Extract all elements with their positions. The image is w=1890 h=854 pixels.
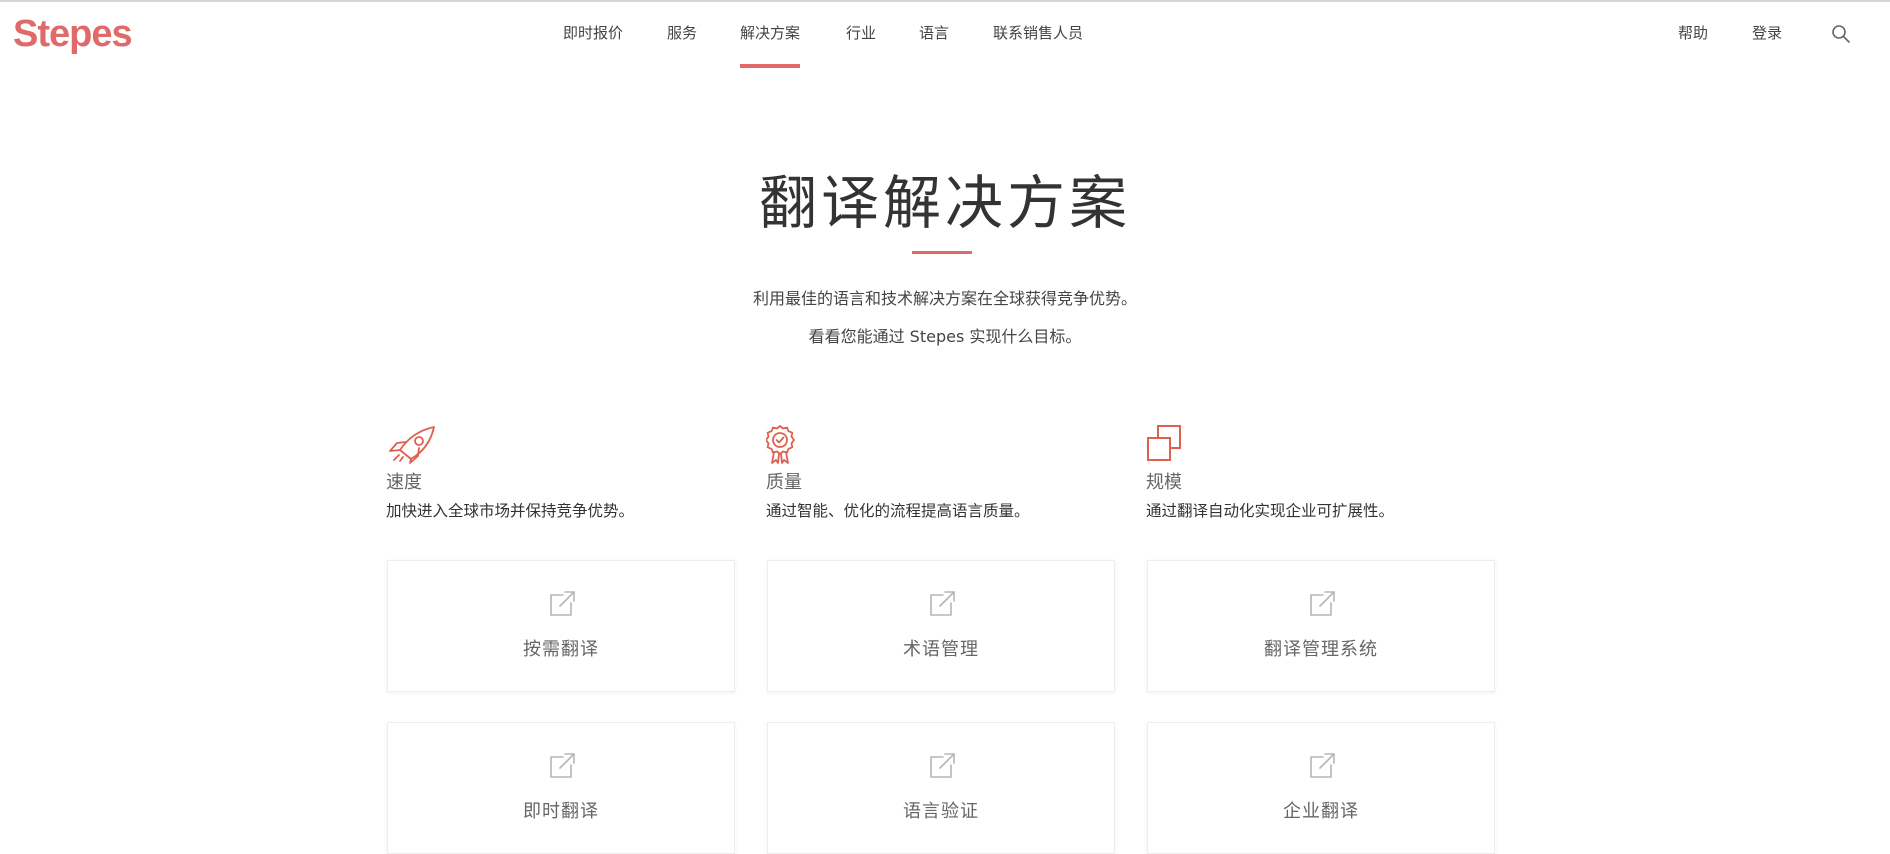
main-nav: 即时报价 服务 解决方案 行业 语言 联系销售人员 帮助 登录: [0, 2, 1890, 68]
card-translation-management-system[interactable]: 翻译管理系统: [1147, 560, 1495, 692]
nav-instant-quote[interactable]: 即时报价: [563, 22, 623, 68]
feature-desc: 加快进入全球市场并保持竞争优势。: [386, 502, 635, 520]
feature-title: 规模: [1146, 472, 1182, 493]
nav-contact-sales[interactable]: 联系销售人员: [993, 22, 1083, 68]
feature-title: 质量: [766, 472, 802, 493]
feature-quality: 质量 通过智能、优化的流程提高语言质量。: [766, 424, 1126, 522]
award-icon: [766, 425, 795, 464]
card-label: 语言验证: [903, 801, 979, 822]
hero-subtitle-1: 利用最佳的语言和技术解决方案在全球获得竞争优势。: [752, 289, 1137, 308]
external-link-icon: [1310, 753, 1335, 778]
external-link-icon: [1310, 591, 1335, 616]
card-language-validation[interactable]: 语言验证: [767, 722, 1115, 854]
search-icon[interactable]: [1831, 24, 1851, 44]
nav-industries[interactable]: 行业: [846, 22, 876, 68]
card-on-demand-translation[interactable]: 按需翻译: [387, 560, 735, 692]
feature-title: 速度: [386, 472, 422, 493]
rocket-icon: [389, 426, 435, 464]
nav-services[interactable]: 服务: [667, 22, 697, 68]
card-label: 即时翻译: [523, 801, 599, 822]
card-label: 术语管理: [903, 639, 979, 660]
card-label: 企业翻译: [1283, 801, 1359, 822]
nav-login[interactable]: 登录: [1752, 22, 1782, 68]
card-label: 按需翻译: [523, 639, 599, 660]
nav-solutions[interactable]: 解决方案: [740, 22, 801, 68]
page-title: 翻译解决方案: [758, 169, 1131, 237]
site-header: Stepes 即时报价 服务 解决方案 行业 语言 联系销售人员 帮助 登录: [0, 2, 1890, 68]
nav-languages[interactable]: 语言: [919, 22, 949, 68]
scale-icon: [1147, 425, 1181, 461]
nav-help[interactable]: 帮助: [1678, 22, 1708, 68]
feature-scale: 规模 通过翻译自动化实现企业可扩展性。: [1146, 424, 1506, 522]
external-link-icon: [550, 753, 575, 778]
hero-subtitle-2: 看看您能通过 Stepes 实现什么目标。: [808, 327, 1082, 346]
external-link-icon: [930, 591, 955, 616]
feature-desc: 通过智能、优化的流程提高语言质量。: [766, 502, 1030, 520]
feature-speed: 速度 加快进入全球市场并保持竞争优势。: [386, 424, 746, 522]
card-label: 翻译管理系统: [1264, 639, 1378, 660]
title-underline: [912, 251, 972, 254]
external-link-icon: [930, 753, 955, 778]
card-enterprise-translation[interactable]: 企业翻译: [1147, 722, 1495, 854]
card-instant-translation[interactable]: 即时翻译: [387, 722, 735, 854]
card-terminology-management[interactable]: 术语管理: [767, 560, 1115, 692]
external-link-icon: [550, 591, 575, 616]
feature-desc: 通过翻译自动化实现企业可扩展性。: [1146, 502, 1395, 520]
